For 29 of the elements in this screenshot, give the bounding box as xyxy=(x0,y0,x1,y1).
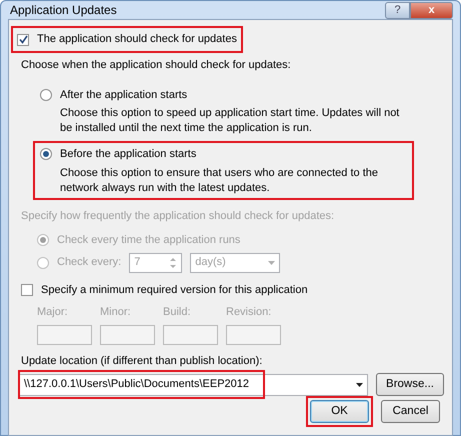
ok-button[interactable]: OK xyxy=(310,400,369,423)
field-label: Revision: xyxy=(226,305,272,320)
section-label: Specify how frequently the application should check for updates: xyxy=(21,208,336,224)
spin-arrows-icon xyxy=(169,256,178,270)
field-value: 7 xyxy=(134,255,140,270)
option-description: Choose this option to ensure that users who are connected to the network always run with the latest updates. xyxy=(60,166,379,196)
field-label: Major: xyxy=(37,305,69,320)
section-label: Choose when the application should check for updates: xyxy=(21,58,292,73)
dropdown-value: day(s) xyxy=(195,255,226,270)
radio-label: After the application starts xyxy=(60,88,188,102)
radio-label: Check every time the application runs xyxy=(57,233,240,248)
field-label: Update location (if different than publish location): xyxy=(21,354,264,368)
radio-label: Before the application starts xyxy=(60,147,196,162)
help-button[interactable]: ? xyxy=(385,2,410,18)
radio-label: Check every: xyxy=(57,255,122,270)
caret-icon xyxy=(268,260,276,264)
cancel-button[interactable]: Cancel xyxy=(381,400,440,423)
checkbox-label: Specify a minimum required version for this application xyxy=(41,282,308,298)
field-label: Minor: xyxy=(100,305,132,320)
radio-button[interactable] xyxy=(40,148,52,160)
checkbox-label: The application should check for updates xyxy=(37,32,237,48)
radio-button[interactable] xyxy=(40,88,52,101)
caret-icon xyxy=(356,382,363,386)
browse-button[interactable]: Browse... xyxy=(376,373,444,396)
field-label: Build: xyxy=(163,305,192,320)
option-description: Choose this option to speed up application start time. Updates will not be installed until the next time the application is run. xyxy=(60,106,400,136)
checkbox[interactable] xyxy=(17,34,29,46)
field-value: \\127.0.0.1\Users\Public\Documents\EEP2012 xyxy=(24,377,250,392)
window-title: Application Updates xyxy=(9,2,117,19)
